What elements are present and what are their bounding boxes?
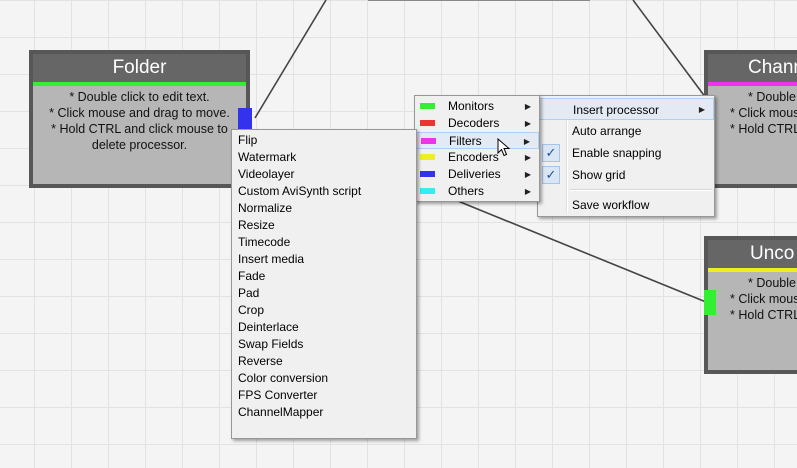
menu-item-label: Decoders <box>448 116 500 130</box>
menu-item-label: Filters <box>449 134 482 148</box>
submenu-arrow-icon: ▶ <box>524 153 531 162</box>
menu-item-label: Others <box>448 184 485 198</box>
color-swatch <box>420 103 435 109</box>
menu-item-label: Encoders <box>448 150 499 164</box>
color-swatch <box>421 138 436 144</box>
mouse-cursor-icon <box>497 138 511 157</box>
filter-item[interactable]: ChannelMapper <box>232 404 416 421</box>
submenu-arrow-icon: ▶ <box>524 170 531 179</box>
submenu-arrow-icon: ▶ <box>524 187 531 196</box>
color-swatch <box>420 154 435 160</box>
category-decoders[interactable]: Decoders ▶ <box>415 115 539 132</box>
node-line: * Click mouse <box>730 292 797 306</box>
menu-item-enable-snapping[interactable]: ✓ Enable snapping <box>538 142 714 164</box>
color-swatch <box>420 171 435 177</box>
submenu-arrow-icon: ▶ <box>698 105 705 114</box>
filter-item[interactable]: FPS Converter <box>232 387 416 404</box>
filters-submenu: Flip Watermark Videolayer Custom AviSynt… <box>231 129 417 439</box>
node-line: * Double click to edit text. <box>69 90 210 104</box>
filter-item[interactable]: Deinterlace <box>232 319 416 336</box>
wire <box>254 0 327 119</box>
processor-category-menu: Monitors ▶ Decoders ▶ Filters ▶ Encoders… <box>414 95 540 202</box>
processor-node-channel[interactable]: Chann * Double c * Click mouse * Hold CT… <box>704 50 797 188</box>
menu-item-auto-arrange[interactable]: Auto arrange <box>538 120 714 142</box>
node-description: * Double click to edit text. * Click mou… <box>33 86 246 153</box>
submenu-arrow-icon: ▶ <box>523 137 530 146</box>
node-line: delete processor. <box>91 138 188 152</box>
color-swatch <box>420 120 435 126</box>
filter-item[interactable]: Swap Fields <box>232 336 416 353</box>
processor-node-folder[interactable]: Folder * Double click to edit text. * Cl… <box>29 50 250 188</box>
filter-item[interactable]: Normalize <box>232 200 416 217</box>
menu-item-label: Save workflow <box>572 198 650 212</box>
category-monitors[interactable]: Monitors ▶ <box>415 98 539 115</box>
color-swatch <box>420 188 435 194</box>
filter-item[interactable]: Color conversion <box>232 370 416 387</box>
filter-item[interactable]: Resize <box>232 217 416 234</box>
node-description: * Double c * Click mouse * Hold CTRL del… <box>708 86 797 153</box>
filter-item[interactable]: Timecode <box>232 234 416 251</box>
menu-item-save-workflow[interactable]: Save workflow <box>538 194 714 216</box>
category-filters[interactable]: Filters ▶ <box>415 132 539 149</box>
filter-item[interactable]: Pad <box>232 285 416 302</box>
check-icon: ✓ <box>542 144 560 162</box>
filter-item[interactable]: Videolayer <box>232 166 416 183</box>
node-line: * Double c <box>748 276 797 290</box>
wire <box>632 0 707 99</box>
menu-item-label: Monitors <box>448 99 495 113</box>
menu-item-label: Enable snapping <box>572 146 662 160</box>
context-menu: Insert processor ▶ Auto arrange ✓ Enable… <box>537 95 715 217</box>
filter-item[interactable]: Reverse <box>232 353 416 370</box>
node-line: * Hold CTRL <box>730 122 797 136</box>
submenu-arrow-icon: ▶ <box>524 119 531 128</box>
filter-item[interactable]: Watermark <box>232 149 416 166</box>
node-title: Folder <box>33 54 246 82</box>
node-line: * Hold CTRL <box>730 308 797 322</box>
node-line: * Double c <box>748 90 797 104</box>
category-encoders[interactable]: Encoders ▶ <box>415 149 539 166</box>
category-others[interactable]: Others ▶ <box>415 183 539 200</box>
menu-item-label: Show grid <box>572 168 626 182</box>
submenu-arrow-icon: ▶ <box>524 102 531 111</box>
menu-item-insert-processor[interactable]: Insert processor ▶ <box>538 98 714 120</box>
node-description: * Double c * Click mouse * Hold CTRL del… <box>708 272 797 339</box>
node-line: * Click mouse <box>730 106 797 120</box>
node-line: delete <box>716 137 797 153</box>
filter-item[interactable]: Crop <box>232 302 416 319</box>
node-line: * Click mouse and drag to move. <box>49 106 230 120</box>
filter-item[interactable]: Flip <box>232 132 416 149</box>
processor-node-uncompressed[interactable]: Unco * Double c * Click mouse * Hold CTR… <box>704 236 797 374</box>
filter-item[interactable]: Insert media <box>232 251 416 268</box>
output-port[interactable] <box>238 108 252 130</box>
node-line: delete <box>716 323 797 339</box>
check-icon: ✓ <box>542 166 560 184</box>
node-title: Unco <box>708 240 797 268</box>
menu-item-label: Auto arrange <box>572 124 642 138</box>
menu-separator <box>570 189 712 191</box>
category-deliveries[interactable]: Deliveries ▶ <box>415 166 539 183</box>
filter-item[interactable]: Custom AviSynth script <box>232 183 416 200</box>
node-title: Chann <box>708 54 797 82</box>
menu-item-show-grid[interactable]: ✓ Show grid <box>538 164 714 186</box>
menu-item-label: Deliveries <box>448 167 501 181</box>
input-port[interactable] <box>704 290 716 315</box>
menu-item-label: Insert processor <box>573 103 660 117</box>
filter-item[interactable]: Fade <box>232 268 416 285</box>
node-line: * Hold CTRL and click mouse to <box>51 122 228 136</box>
